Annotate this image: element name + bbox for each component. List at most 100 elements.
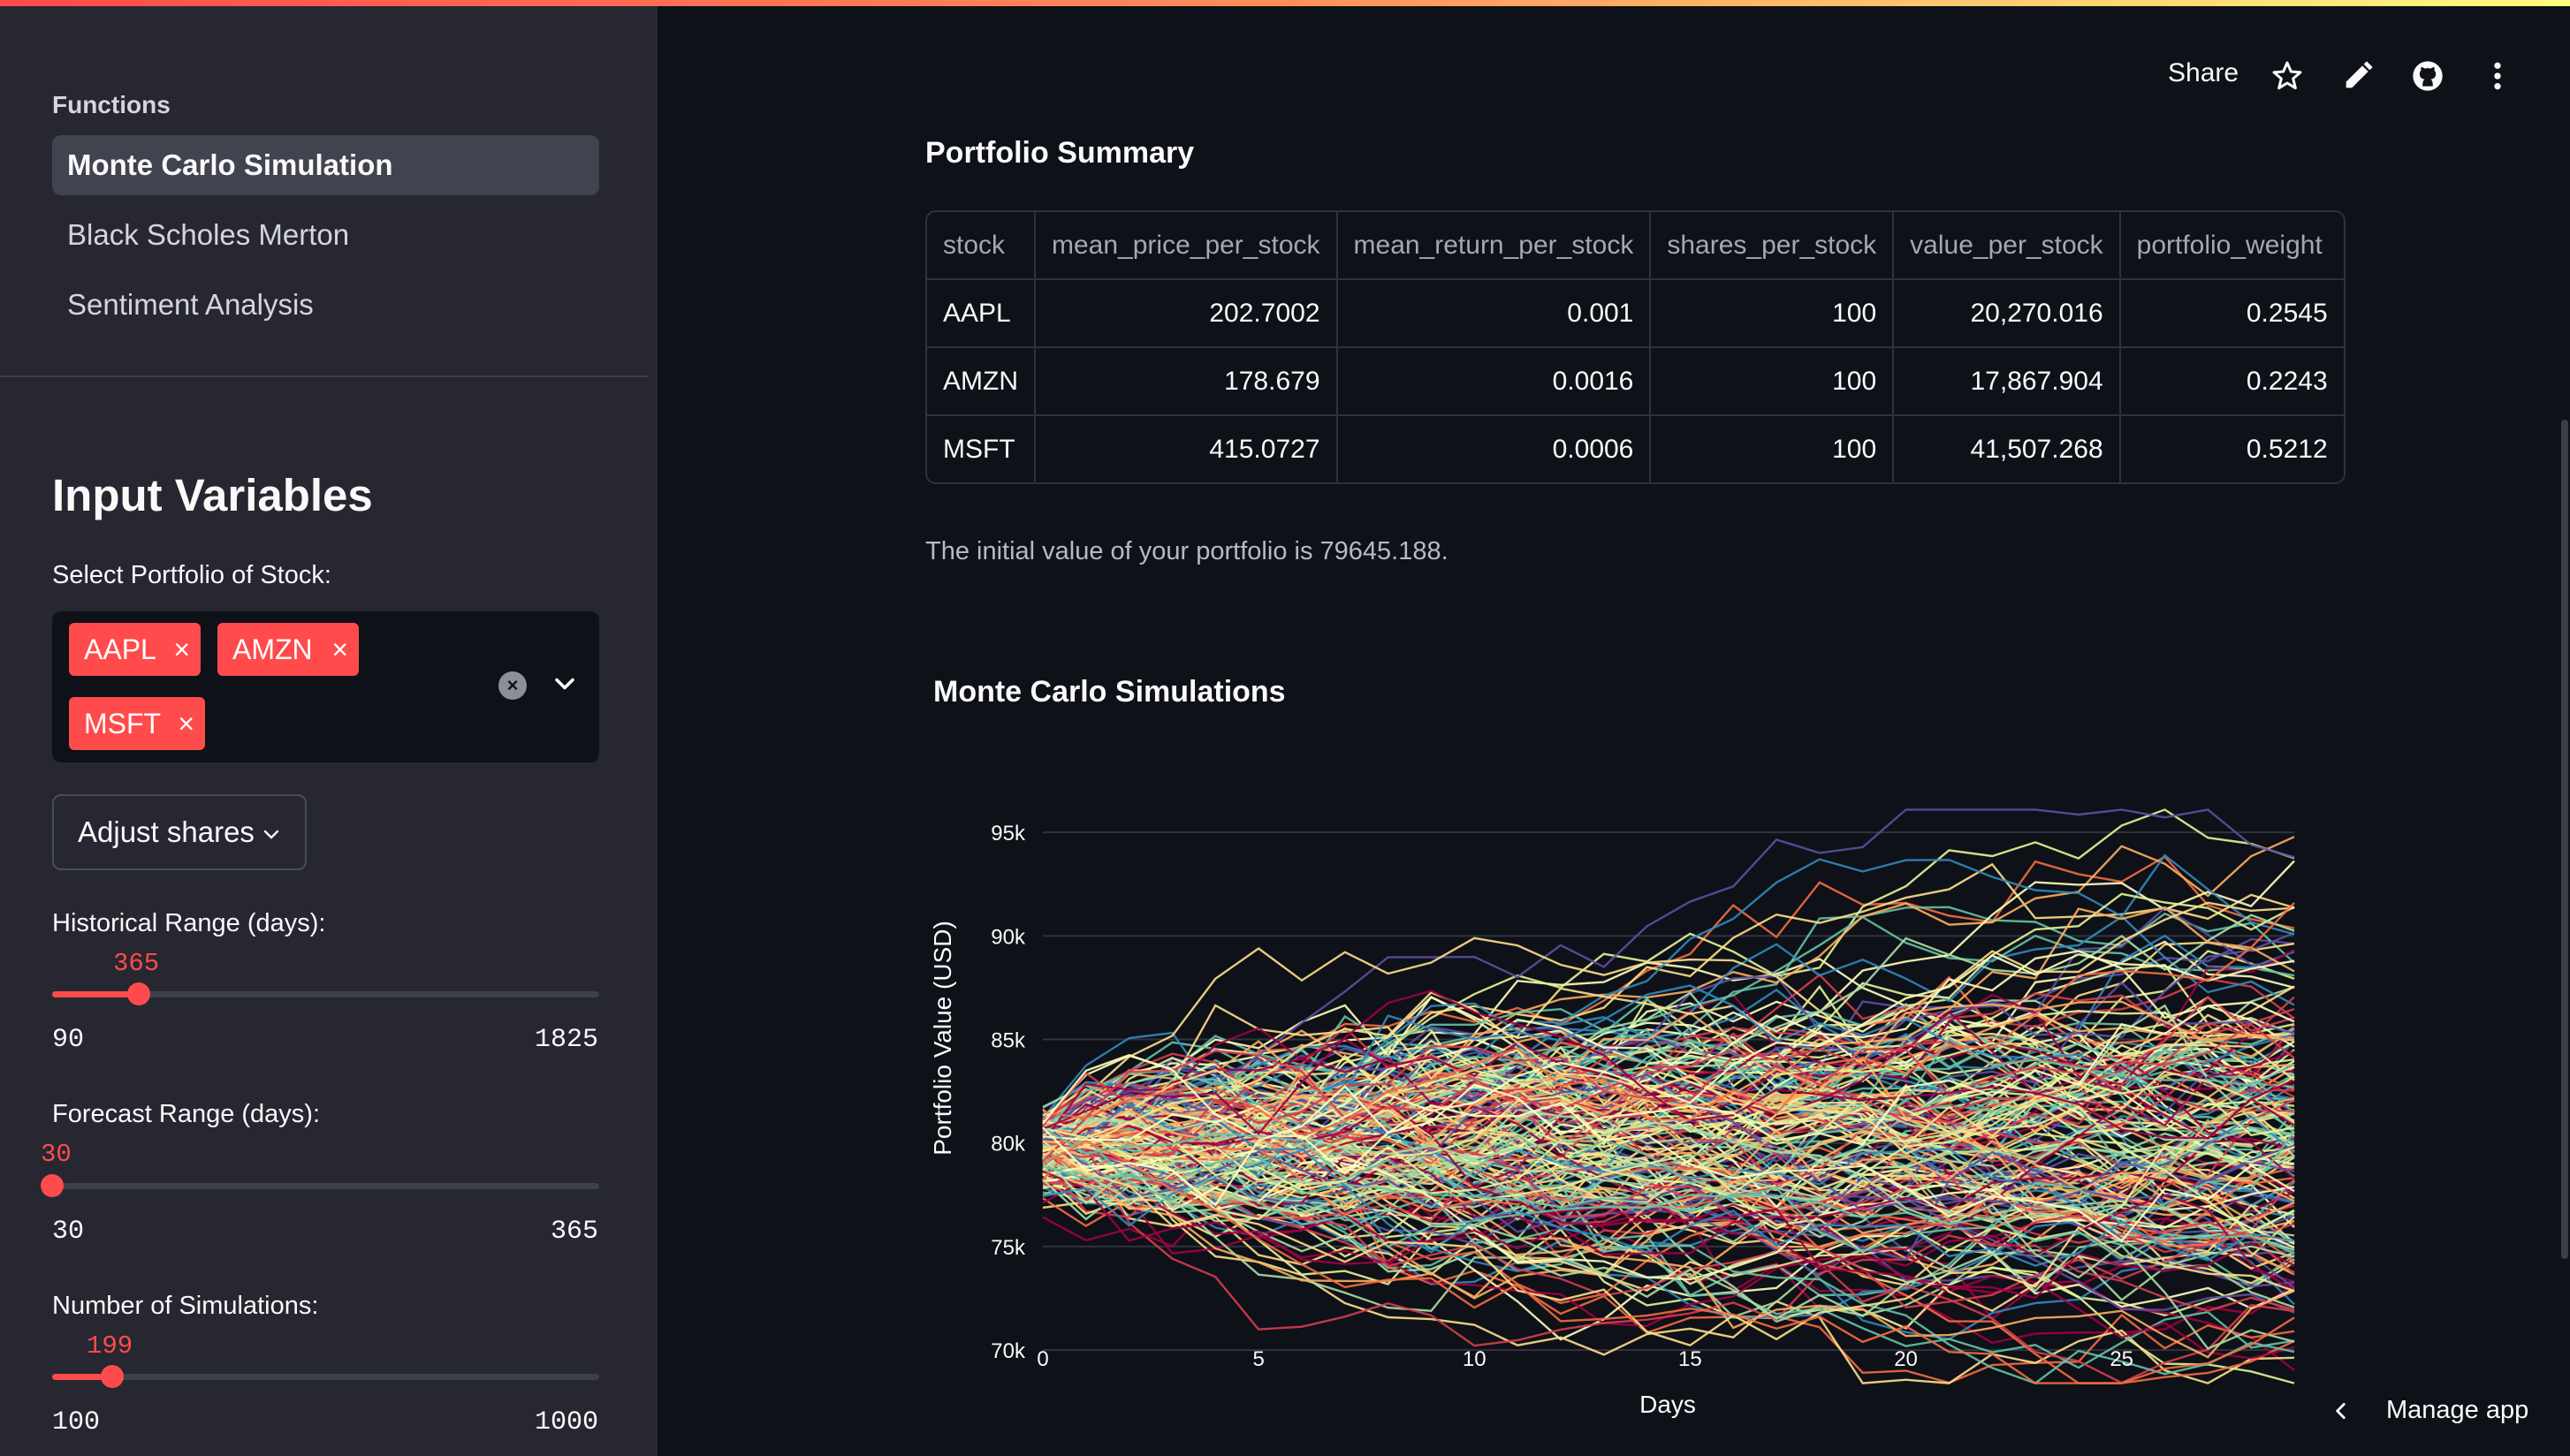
chevron-down-icon[interactable] <box>549 668 581 700</box>
column-header[interactable]: shares_per_stock <box>1651 212 1895 280</box>
forecast-range-label: Forecast Range (days): <box>52 1100 321 1128</box>
table-cell: AMZN <box>927 348 1036 416</box>
num-simulations-label: Number of Simulations: <box>52 1292 319 1320</box>
slider-fill <box>52 991 139 997</box>
x-tick-label: 25 <box>2110 1347 2133 1371</box>
portfolio-multiselect[interactable]: AAPL × AMZN × MSFT × × <box>52 611 599 762</box>
table-cell: 17,867.904 <box>1894 348 2121 416</box>
column-header[interactable]: portfolio_weight <box>2120 212 2344 280</box>
y-tick-label: 95k <box>991 822 1026 846</box>
x-tick-label: 0 <box>1037 1347 1048 1371</box>
table-cell: 0.0006 <box>1338 416 1652 482</box>
forecast-range-max: 365 <box>551 1217 599 1247</box>
forecast-range-min: 30 <box>52 1217 85 1247</box>
star-icon[interactable] <box>2270 58 2305 94</box>
table-cell: 0.0016 <box>1337 348 1652 416</box>
x-axis-label: Days <box>1639 1391 1696 1418</box>
remove-tag-icon[interactable]: × <box>331 623 348 676</box>
slider-thumb[interactable] <box>101 1365 124 1388</box>
portfolio-summary-table: stock mean_price_per_stock mean_return_p… <box>925 210 2346 484</box>
table-cell: 0.001 <box>1337 280 1652 348</box>
y-tick-label: 75k <box>991 1236 1026 1260</box>
historical-range-label: Historical Range (days): <box>52 909 326 937</box>
table-cell: 20,270.016 <box>1894 280 2121 348</box>
column-header[interactable]: stock <box>927 212 1036 280</box>
tag-msft: MSFT × <box>69 697 205 750</box>
table-row: MSFT 415.0727 0.0006 100 41,507.268 0.52… <box>927 416 2344 482</box>
pencil-icon[interactable] <box>2340 58 2376 94</box>
chevron-left-icon[interactable] <box>2330 1398 2353 1424</box>
x-tick-label: 20 <box>1894 1347 1918 1371</box>
y-axis-ticks: 70k 75k 80k 85k 90k 95k <box>991 822 1026 1363</box>
y-axis-label: Portfolio Value (USD) <box>929 921 956 1156</box>
historical-range-slider[interactable] <box>52 982 599 1005</box>
table-header-row: stock mean_price_per_stock mean_return_p… <box>927 212 2344 280</box>
y-tick-label: 80k <box>991 1133 1026 1156</box>
top-accent-bar <box>0 0 2570 6</box>
tag-amzn: AMZN × <box>217 623 359 676</box>
adjust-shares-expander[interactable]: Adjust shares <box>52 794 307 870</box>
portfolio-label: Select Portfolio of Stock: <box>52 561 331 589</box>
x-tick-label: 5 <box>1252 1347 1264 1371</box>
nav-item-sentiment[interactable]: Sentiment Analysis <box>52 275 599 335</box>
table-cell: 0.2243 <box>2120 348 2344 416</box>
remove-tag-icon[interactable]: × <box>173 623 190 676</box>
table-row: AMZN 178.679 0.0016 100 17,867.904 0.224… <box>927 348 2344 416</box>
num-simulations-max: 1000 <box>535 1407 599 1437</box>
slider-thumb[interactable] <box>127 982 150 1005</box>
remove-tag-icon[interactable]: × <box>178 697 194 750</box>
nav-item-black-scholes[interactable]: Black Scholes Merton <box>52 205 599 265</box>
num-simulations-min: 100 <box>52 1407 101 1437</box>
share-button[interactable]: Share <box>2168 58 2239 88</box>
num-simulations-slider[interactable] <box>52 1365 599 1388</box>
table-cell: 100 <box>1651 348 1895 416</box>
column-header[interactable]: value_per_stock <box>1894 212 2121 280</box>
num-simulations-value: 199 <box>87 1331 133 1361</box>
forecast-range-slider[interactable] <box>41 1174 599 1197</box>
y-tick-label: 70k <box>991 1339 1026 1363</box>
column-header[interactable]: mean_price_per_stock <box>1036 212 1338 280</box>
x-tick-label: 10 <box>1463 1347 1486 1371</box>
table-cell: MSFT <box>927 416 1036 482</box>
table-cell: 100 <box>1651 280 1895 348</box>
adjust-shares-label: Adjust shares <box>78 815 255 848</box>
input-variables-title: Input Variables <box>52 470 373 520</box>
table-cell: 100 <box>1651 416 1895 482</box>
column-header[interactable]: mean_return_per_stock <box>1337 212 1652 280</box>
table-row: AAPL 202.7002 0.001 100 20,270.016 0.254… <box>927 280 2344 348</box>
manage-app-button[interactable]: Manage app <box>2386 1396 2528 1425</box>
x-tick-label: 15 <box>1678 1347 1702 1371</box>
table-cell: 0.2545 <box>2120 280 2344 348</box>
scrollbar[interactable] <box>2561 420 2568 1259</box>
portfolio-initial-value-text: The initial value of your portfolio is 7… <box>925 537 1448 565</box>
historical-range-min: 90 <box>52 1025 85 1055</box>
y-tick-label: 90k <box>991 925 1026 949</box>
nav-item-monte-carlo[interactable]: Monte Carlo Simulation <box>52 135 599 195</box>
portfolio-summary-title: Portfolio Summary <box>925 136 1195 170</box>
chart-title: Monte Carlo Simulations <box>933 675 1286 709</box>
table-cell: 0.5212 <box>2246 434 2328 464</box>
tag-label: AAPL <box>84 633 156 665</box>
tag-label: AMZN <box>232 633 313 665</box>
tag-aapl: AAPL × <box>69 623 201 676</box>
nav-heading: Functions <box>52 91 171 118</box>
more-vertical-icon[interactable] <box>2480 58 2515 94</box>
table-cell: 415.0727 <box>1036 416 1338 482</box>
historical-range-max: 1825 <box>535 1025 599 1055</box>
forecast-range-value: 30 <box>41 1140 72 1169</box>
table-cell: 202.7002 <box>1036 280 1338 348</box>
chart-series-group <box>1042 808 2295 1384</box>
table-cell: 178.679 <box>1036 348 1338 416</box>
historical-range-value: 365 <box>113 949 160 978</box>
slider-thumb[interactable] <box>41 1174 64 1197</box>
y-tick-label: 85k <box>991 1029 1026 1053</box>
chevron-down-icon <box>263 830 279 839</box>
sidebar: Functions Monte Carlo Simulation Black S… <box>0 6 658 1456</box>
github-icon[interactable] <box>2410 58 2445 94</box>
tag-label: MSFT <box>84 708 162 739</box>
table-cell: AAPL <box>927 280 1036 348</box>
monte-carlo-chart[interactable]: 70k 75k 80k 85k 90k 95k 0 5 10 15 20 25 Portfolio … <box>919 742 2315 1440</box>
nav-divider <box>0 375 649 377</box>
clear-all-icon[interactable]: × <box>498 671 527 700</box>
table-cell: 41,507.268 <box>1894 416 2121 482</box>
